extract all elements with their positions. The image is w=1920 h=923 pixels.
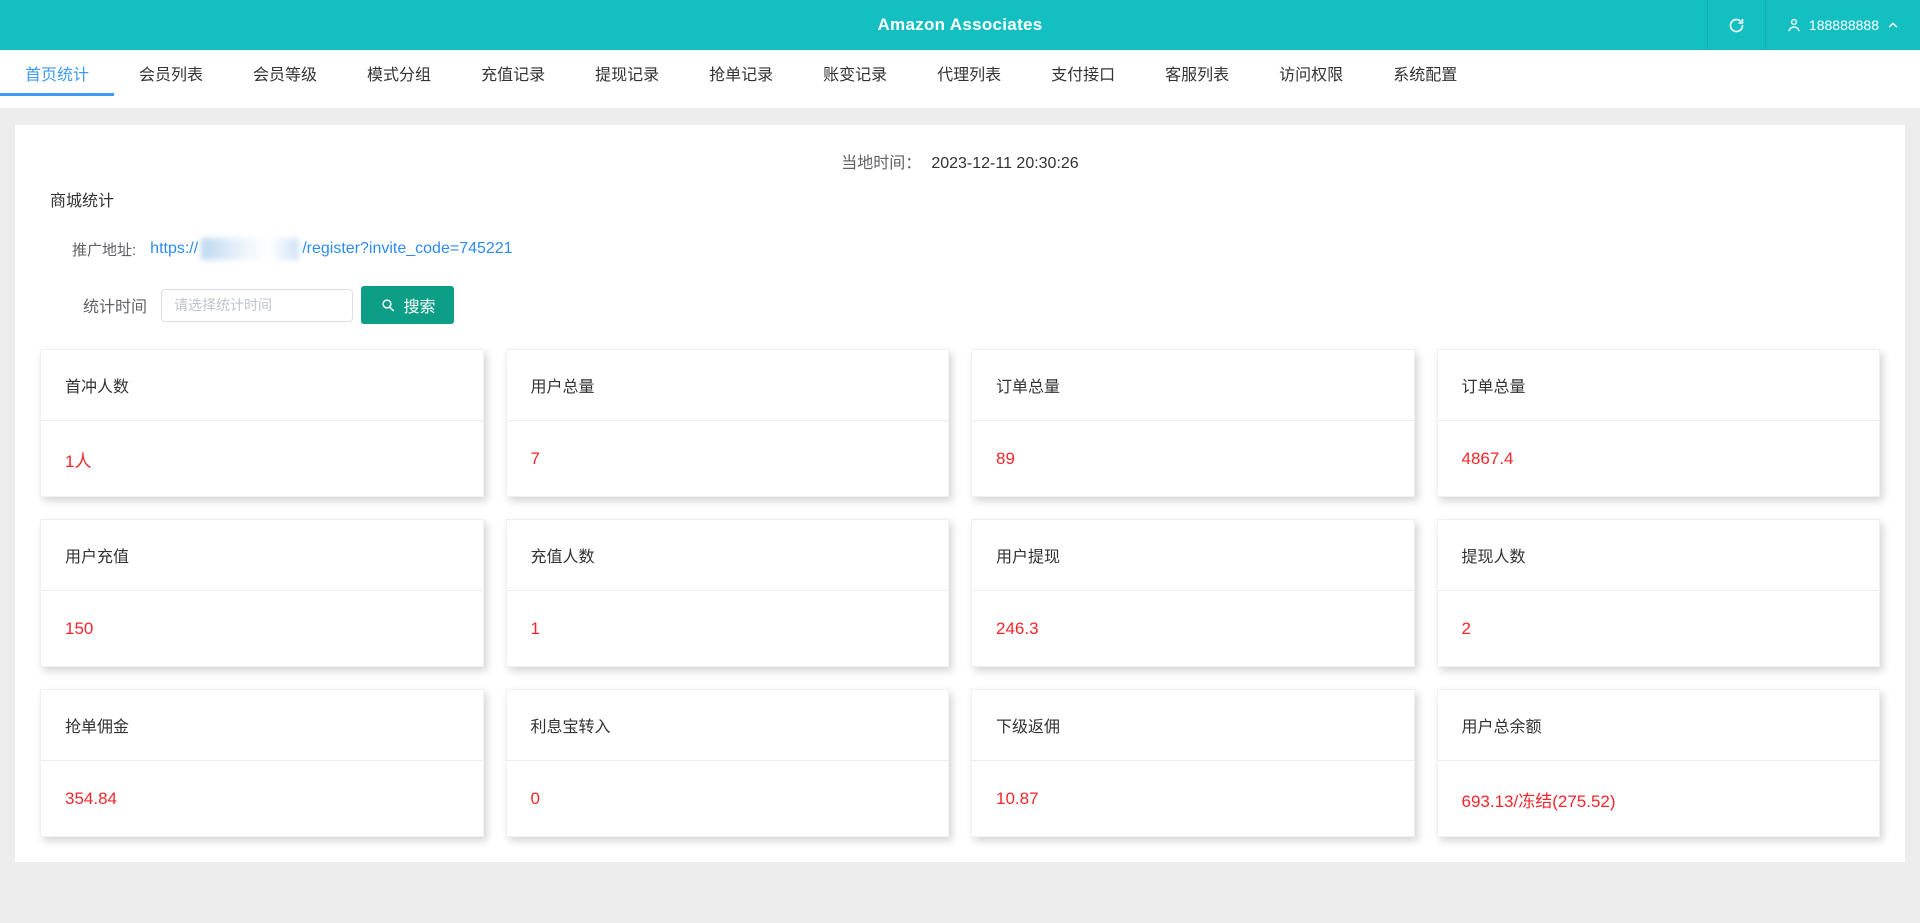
stats-grid: 首冲人数 1人 用户总量 7 订单总量 89 订单总量 4867.4 用户充值 150 充值人数 1 用… xyxy=(15,349,1905,837)
nav-tabs-bar: 首页统计 会员列表 会员等级 模式分组 充值记录 提现记录 抢单记录 账变记录 代理列表 支付接口… xyxy=(0,50,1920,108)
stat-card-value: 150 xyxy=(65,619,94,638)
stat-card: 提现人数 2 xyxy=(1436,519,1880,667)
local-time-label: 当地时间： xyxy=(841,155,922,172)
chevron-up-icon xyxy=(1886,18,1900,32)
main-panel: 当地时间： 2023-12-11 20:30:26 商城统计 推广地址: http… xyxy=(15,125,1905,862)
stat-card: 抢单佣金 354.84 xyxy=(40,689,484,837)
stat-card-value: 354.84 xyxy=(65,789,117,808)
stat-card: 用户总余额 693.13/冻结(275.52) xyxy=(1436,689,1880,837)
stat-card-title: 订单总量 xyxy=(1437,350,1879,421)
stat-card-value: 2 xyxy=(1461,619,1471,638)
nav-tabs: 首页统计 会员列表 会员等级 模式分组 充值记录 提现记录 抢单记录 账变记录 代理列表 支付接口… xyxy=(0,50,1920,96)
stat-card-value: 89 xyxy=(996,449,1015,468)
promo-link[interactable]: https:// /register?invite_code=745221 xyxy=(150,238,513,260)
refresh-button[interactable] xyxy=(1706,0,1765,50)
stat-card: 用户提现 246.3 xyxy=(971,519,1415,667)
stat-card-value: 693.13/冻结(275.52) xyxy=(1461,791,1616,811)
stat-card-value: 1人 xyxy=(65,451,92,471)
nav-tab[interactable]: 访问权限 xyxy=(1254,50,1368,96)
stat-card-value: 246.3 xyxy=(996,619,1039,638)
promo-url-prefix: https:// xyxy=(150,240,199,257)
search-button-label: 搜索 xyxy=(403,299,436,316)
nav-tab[interactable]: 会员列表 xyxy=(114,50,228,96)
refresh-icon xyxy=(1728,17,1745,34)
stat-card-value: 1 xyxy=(530,619,540,638)
nav-tab[interactable]: 首页统计 xyxy=(0,50,115,96)
nav-tab[interactable]: 抢单记录 xyxy=(684,50,798,96)
stat-card-title: 首冲人数 xyxy=(41,350,483,421)
header-actions: 188888888 xyxy=(1706,0,1920,50)
blurred-url-segment xyxy=(201,238,300,260)
promo-url-suffix: /register?invite_code=745221 xyxy=(302,240,513,257)
stat-card-value: 7 xyxy=(530,449,540,468)
nav-tab[interactable]: 支付接口 xyxy=(1026,50,1140,96)
nav-tab[interactable]: 系统配置 xyxy=(1368,50,1482,96)
user-menu[interactable]: 188888888 xyxy=(1764,0,1920,50)
stat-card: 首冲人数 1人 xyxy=(40,349,484,497)
stat-card-value: 4867.4 xyxy=(1461,449,1514,468)
app-title: Amazon Associates xyxy=(877,15,1043,34)
stat-card: 用户总量 7 xyxy=(505,349,949,497)
app-header: Amazon Associates 188888888 xyxy=(0,0,1920,50)
stat-card-title: 用户提现 xyxy=(972,520,1414,591)
stat-card-title: 抢单佣金 xyxy=(41,690,483,761)
stat-card: 订单总量 89 xyxy=(971,349,1415,497)
stat-card-title: 充值人数 xyxy=(506,520,948,591)
nav-tab[interactable]: 充值记录 xyxy=(456,50,570,96)
stat-card-title: 提现人数 xyxy=(1437,520,1879,591)
section-title: 商城统计 xyxy=(50,193,115,210)
stat-card-title: 用户总余额 xyxy=(1437,690,1879,761)
nav-tab[interactable]: 代理列表 xyxy=(912,50,1026,96)
stat-card: 充值人数 1 xyxy=(505,519,949,667)
stat-card: 利息宝转入 0 xyxy=(505,689,949,837)
stat-time-input[interactable] xyxy=(161,288,354,322)
stat-card: 用户充值 150 xyxy=(40,519,484,667)
stat-card-value: 10.87 xyxy=(996,789,1039,808)
promo-label: 推广地址: xyxy=(72,241,137,259)
stat-time-row: 统计时间 搜索 xyxy=(83,286,1905,324)
stat-card-title: 用户充值 xyxy=(41,520,483,591)
stat-card-title: 订单总量 xyxy=(972,350,1414,421)
search-button[interactable]: 搜索 xyxy=(361,286,455,324)
stat-card: 订单总量 4867.4 xyxy=(1436,349,1880,497)
search-icon xyxy=(380,297,396,313)
user-icon xyxy=(1786,17,1802,33)
nav-tab[interactable]: 模式分组 xyxy=(342,50,456,96)
stat-card-title: 下级返佣 xyxy=(972,690,1414,761)
nav-tab[interactable]: 账变记录 xyxy=(798,50,912,96)
stat-card-title: 利息宝转入 xyxy=(506,690,948,761)
stat-card-title: 用户总量 xyxy=(506,350,948,421)
nav-tab[interactable]: 客服列表 xyxy=(1140,50,1254,96)
stat-card-value: 0 xyxy=(530,789,540,808)
nav-tab[interactable]: 会员等级 xyxy=(228,50,342,96)
stat-time-label: 统计时间 xyxy=(83,299,148,316)
local-time-value: 2023-12-11 20:30:26 xyxy=(931,155,1079,172)
nav-tab[interactable]: 提现记录 xyxy=(570,50,684,96)
account-number: 188888888 xyxy=(1808,17,1879,33)
stat-card: 下级返佣 10.87 xyxy=(971,689,1415,837)
local-time-row: 当地时间： 2023-12-11 20:30:26 xyxy=(15,125,1905,173)
promo-row: 推广地址: https:// /register?invite_code=7452… xyxy=(72,238,1905,260)
